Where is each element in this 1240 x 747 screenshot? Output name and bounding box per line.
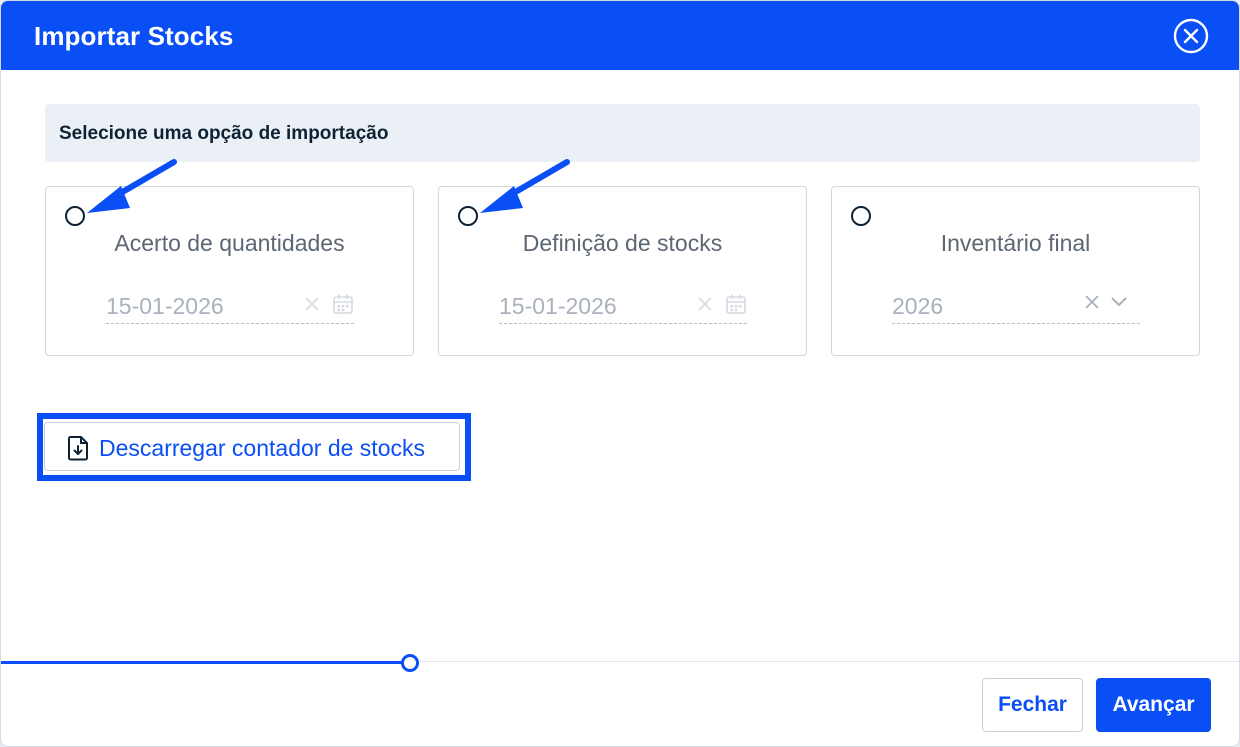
date-input[interactable] (106, 293, 296, 320)
clear-x-icon[interactable] (304, 296, 320, 312)
download-stock-counter-button[interactable]: Descarregar contador de stocks (44, 422, 460, 471)
progress-knob (401, 654, 419, 672)
calendar-icon[interactable] (725, 293, 747, 315)
dialog-title: Importar Stocks (34, 21, 234, 51)
import-stocks-dialog: Importar Stocks Selecione uma opção de i… (0, 0, 1240, 747)
close-icon[interactable] (1173, 18, 1209, 54)
radio-inventario[interactable] (851, 206, 871, 226)
year-select-inventario[interactable] (892, 290, 1140, 324)
clear-x-icon[interactable] (697, 296, 713, 312)
section-heading: Selecione uma opção de importação (45, 104, 1200, 162)
option-card-definicao[interactable]: Definição de stocks (438, 186, 807, 356)
radio-definicao[interactable] (458, 206, 478, 226)
date-field-definicao[interactable] (499, 290, 747, 324)
date-input[interactable] (499, 293, 689, 320)
option-label: Inventário final (940, 230, 1091, 256)
option-label: Definição de stocks (522, 230, 723, 256)
file-download-icon (68, 436, 88, 461)
chevron-down-icon[interactable] (1110, 295, 1128, 309)
option-label: Acerto de quantidades (114, 230, 345, 256)
calendar-icon[interactable] (332, 293, 354, 315)
close-button[interactable]: Fechar (982, 678, 1083, 732)
option-card-acerto[interactable]: Acerto de quantidades (45, 186, 414, 356)
download-button-label: Descarregar contador de stocks (99, 435, 425, 461)
radio-acerto[interactable] (65, 206, 85, 226)
section-heading-text: Selecione uma opção de importação (59, 123, 389, 144)
progress-fill (1, 661, 410, 664)
dialog-header: Importar Stocks (1, 1, 1239, 70)
year-input[interactable] (892, 293, 1082, 320)
next-button[interactable]: Avançar (1096, 678, 1211, 732)
clear-x-icon[interactable] (1084, 294, 1100, 310)
option-card-inventario[interactable]: Inventário final (831, 186, 1200, 356)
date-field-acerto[interactable] (106, 290, 354, 324)
